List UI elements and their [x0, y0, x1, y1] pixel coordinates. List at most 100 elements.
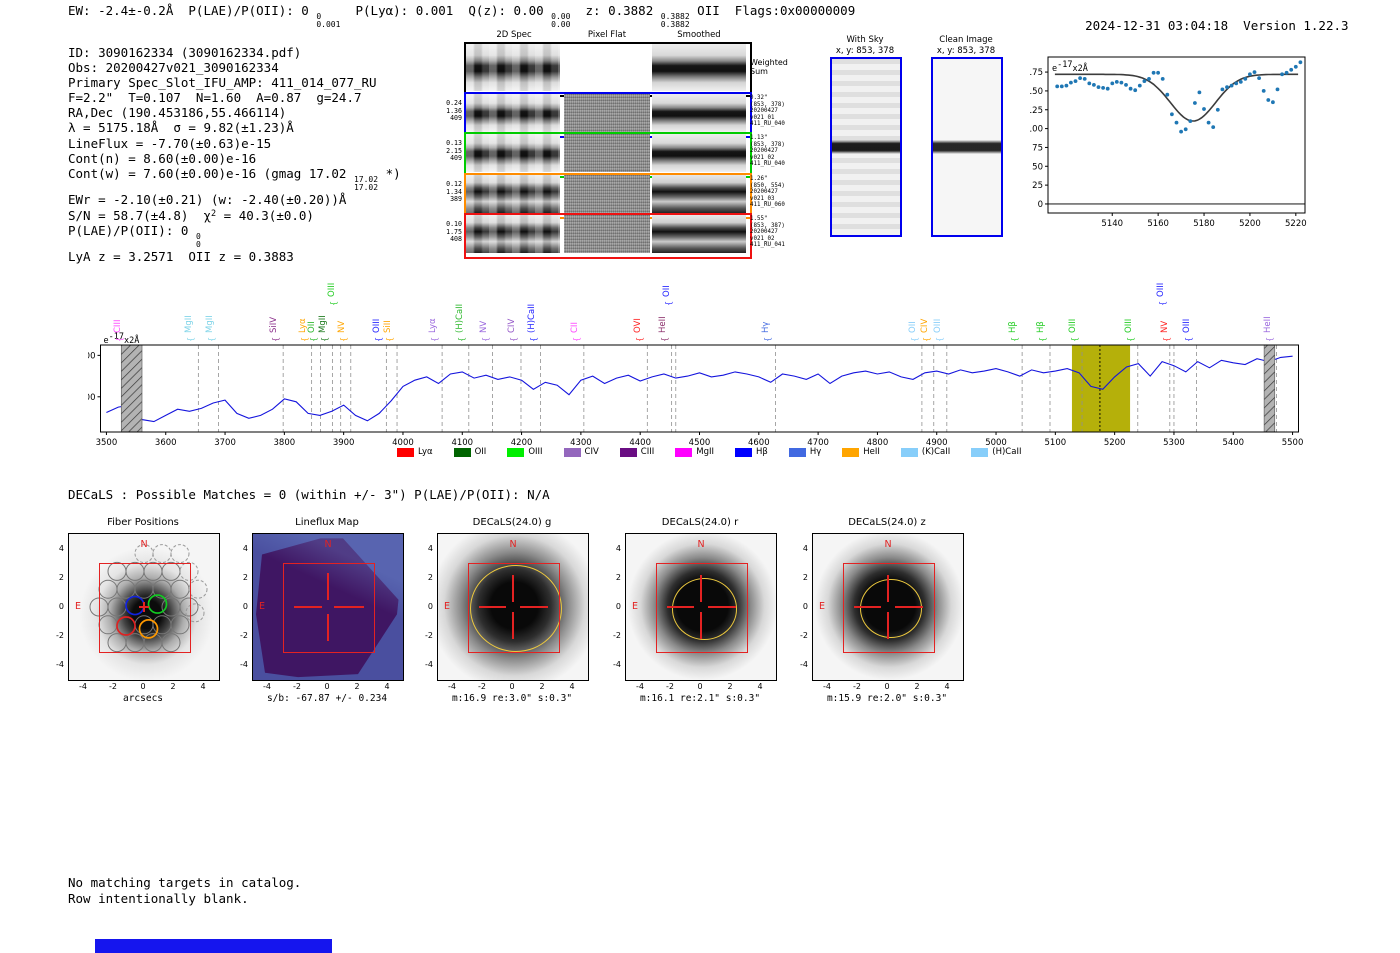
- legend-item-Hβ: Hβ: [735, 447, 768, 457]
- text-run: Cont(w) = 7.60(±0.00)e-16 (gmag 17.02: [68, 165, 354, 181]
- fiber-circle-dashed: [188, 579, 208, 599]
- legend-label: CIII: [640, 447, 655, 457]
- spec2d-cell-3-2: [652, 175, 746, 213]
- emission-brace: {: [456, 336, 466, 342]
- panel-xlabel-3: m:16.1 re:2.1" s:0.3": [639, 693, 761, 704]
- panel-x-tick: -2: [853, 682, 861, 691]
- emission-brace: {: [1125, 336, 1135, 342]
- stacked-fraction: 0 0.001: [316, 13, 340, 29]
- with-sky-title: With Sky x, y: 853, 378: [820, 35, 910, 56]
- x-tick-label: 5300: [1163, 438, 1185, 448]
- legend-label: (H)CaII: [992, 447, 1022, 457]
- emission-label-OVI: OVI: [633, 318, 644, 333]
- emission-label-(H)CaII: (H)CaII: [526, 303, 537, 333]
- masked-region: [1263, 344, 1276, 433]
- elixer-report-page: EW: -2.4±-0.2Å P(LAE)/P(OII): 0 0 0.001 P…: [0, 0, 1400, 953]
- data-point: [1119, 80, 1124, 85]
- data-point: [1238, 80, 1243, 84]
- spec2d-cell-3-1: [564, 175, 650, 213]
- panel-y-tick: 2: [615, 572, 621, 582]
- y-tick-label: 100: [1030, 125, 1043, 135]
- legend-label: HeII: [863, 447, 880, 457]
- data-point: [1069, 80, 1073, 85]
- data-point: [1293, 64, 1298, 69]
- legend-item-Hγ: Hγ: [788, 447, 821, 457]
- data-point: [1206, 120, 1211, 125]
- emission-brace: {: [338, 336, 348, 342]
- text-run: x2Å: [1072, 64, 1088, 74]
- sub-value: 0.3882: [660, 20, 690, 29]
- panel-x-tick: -4: [79, 682, 87, 691]
- info-line-7: Cont(n) = 8.60(±0.00)e-16: [68, 151, 401, 166]
- data-point: [1142, 79, 1147, 83]
- legend-swatch: [563, 447, 581, 457]
- data-point: [1147, 77, 1151, 81]
- x-tick-label: 5220: [1285, 219, 1307, 229]
- panel-y-tick: 0: [242, 602, 248, 611]
- spec2d-clump-overlay: [466, 215, 560, 253]
- emission-brace: {: [571, 336, 581, 342]
- spec2d-cell-4-0: [466, 215, 560, 253]
- legend-item-Lyα: Lyα: [397, 447, 433, 457]
- text-run: S/N = 58.7(±4.8) χ: [68, 207, 211, 223]
- data-point: [1248, 72, 1252, 77]
- data-point: [1280, 72, 1284, 77]
- emission-label-Hβ: Hβ: [1036, 321, 1046, 333]
- panel-x-tick: 4: [944, 682, 950, 691]
- data-point: [1082, 77, 1087, 81]
- masked-region: [120, 344, 143, 433]
- spec2d-cell-0-1: [564, 44, 650, 91]
- emission-label-OIII: OIII: [932, 318, 943, 333]
- emission-label-HeII: HeII: [1262, 316, 1273, 333]
- emission-brace: {: [299, 336, 309, 342]
- emission-label-OIII: OIII: [1182, 318, 1193, 333]
- spec2d-cell-2-2: [652, 134, 746, 172]
- panel-xlabel-2: m:16.9 re:3.0" s:0.3": [451, 693, 573, 704]
- data-point: [1170, 112, 1174, 117]
- emission-brace: {: [1157, 300, 1167, 306]
- panel-x-tick: 0: [884, 682, 890, 691]
- data-point: [1114, 80, 1119, 84]
- legend-label: Lyα: [418, 447, 433, 457]
- header-right: 2024-12-31 03:04:18 Version 1.22.3: [1055, 3, 1348, 48]
- text-run: EWr = -2.10(±0.21) (w: -2.40(±0.20))Å: [68, 191, 347, 207]
- panel-x-tick: 2: [170, 682, 176, 691]
- emission-label-(H)CaII: (H)CaII: [454, 303, 465, 333]
- panel-y-tick: -4: [800, 660, 808, 670]
- emission-label-OIII: OIII: [1155, 282, 1166, 297]
- y-tick-label: 75: [1032, 143, 1043, 153]
- weighted-sum-label: Weighted Sum: [750, 58, 788, 76]
- decals-match-line: DECaLS : Possible Matches = 0 (within +/…: [68, 487, 550, 502]
- spec2d-left-labels-3: 0.12 1.34 389: [446, 180, 462, 204]
- text-run: ID: 3090162334 (3090162334.pdf): [68, 45, 302, 60]
- panel-x-tick: 4: [569, 682, 575, 691]
- x-tick-label: 5500: [1282, 438, 1304, 448]
- panel-x-tick: -2: [478, 682, 486, 691]
- text-run: = 40.3(±0.0): [216, 207, 314, 223]
- panel-title-1: Lineflux Map: [295, 517, 359, 528]
- data-point: [1124, 83, 1128, 87]
- y-tick-label: 200: [88, 351, 96, 361]
- emission-brace: {: [934, 336, 944, 342]
- emission-brace: {: [663, 300, 673, 306]
- panel-box-decals: NE: [625, 533, 777, 681]
- data-point: [1234, 81, 1239, 86]
- legend-item-CIV: CIV: [563, 447, 599, 457]
- panel-y-tick: -2: [613, 631, 621, 641]
- text-run: F=2.2" T=0.107 N=1.60 A=0.87 g=24.7: [68, 90, 362, 106]
- emission-brace: {: [659, 336, 669, 342]
- text-run: EW: -2.4±-0.2Å P(LAE)/P(OII): 0: [68, 3, 317, 18]
- spec2d-cell-4-1: [564, 215, 650, 253]
- panel-y-tick: -4: [240, 660, 248, 670]
- info-line-5: λ = 5175.18Å σ = 9.82(±1.23)Å: [68, 120, 401, 135]
- panel-x-tick: -2: [109, 682, 117, 691]
- panel-title-4: DECaLS(24.0) z: [848, 517, 926, 528]
- panel-y-tick: 4: [802, 543, 808, 553]
- data-point: [1073, 79, 1078, 83]
- sub-value: 0: [195, 239, 201, 249]
- panel-x-tick: 2: [539, 682, 545, 691]
- text-run: z: 0.3882: [570, 3, 661, 18]
- data-point: [1252, 70, 1257, 74]
- emission-brace: {: [328, 300, 338, 306]
- x-tick-label: 5160: [1147, 219, 1169, 229]
